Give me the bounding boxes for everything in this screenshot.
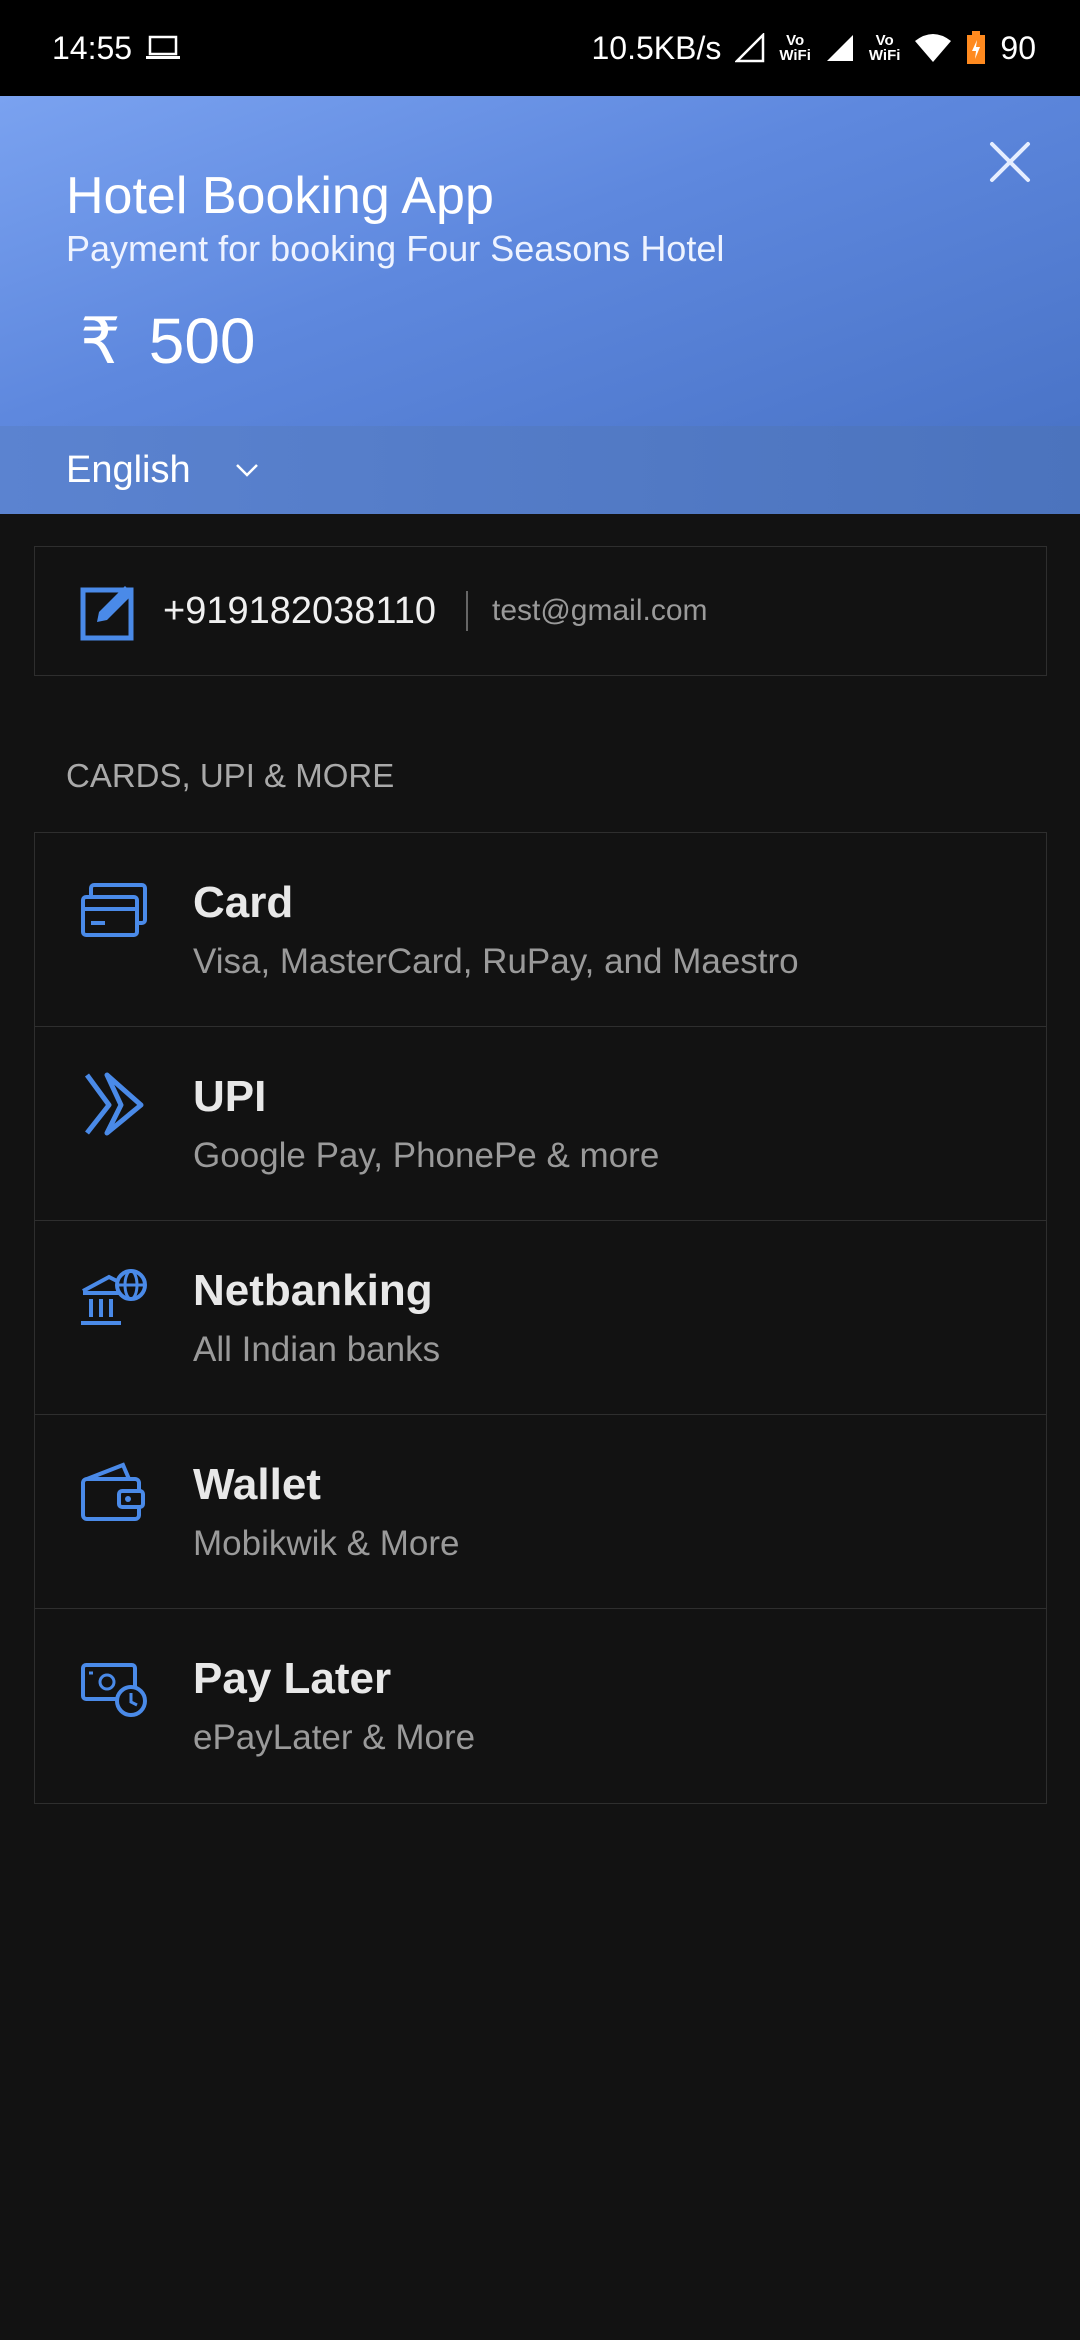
payment-description: Payment for booking Four Seasons Hotel	[66, 228, 725, 269]
signal-icon	[826, 35, 853, 61]
laptop-icon	[146, 35, 181, 59]
pay-later-icon	[81, 1663, 147, 1717]
section-heading: CARDS, UPI & MORE	[66, 757, 395, 794]
method-subtitle: All Indian banks	[193, 1329, 441, 1369]
payment-method-netbanking[interactable]: Netbanking All Indian banks	[35, 1221, 1046, 1415]
method-subtitle: Google Pay, PhonePe & more	[193, 1135, 660, 1175]
payment-method-card[interactable]: Card Visa, MasterCard, RuPay, and Maestr…	[35, 833, 1046, 1027]
method-subtitle: Mobikwik & More	[193, 1523, 460, 1563]
status-bar: 14:55 10.5KB/s Vo WiFi Vo WiFi 90	[0, 0, 1080, 96]
payment-amount: ₹ 500	[80, 304, 256, 379]
currency-symbol: ₹	[80, 305, 121, 377]
method-title: Card	[193, 877, 294, 927]
method-subtitle: ePayLater & More	[193, 1718, 476, 1757]
upi-icon	[84, 1072, 144, 1135]
card-icon	[81, 882, 147, 937]
contact-phone: +919182038110	[163, 589, 436, 632]
method-title: Wallet	[193, 1459, 321, 1509]
wallet-icon	[81, 1461, 145, 1521]
battery-icon	[967, 31, 986, 64]
method-title: Netbanking	[193, 1265, 433, 1315]
payment-method-upi[interactable]: UPI Google Pay, PhonePe & more	[35, 1027, 1046, 1221]
contact-details[interactable]: +919182038110 test@gmail.com	[34, 546, 1047, 676]
payment-methods-list: Card Visa, MasterCard, RuPay, and Maestr…	[34, 832, 1047, 1804]
battery-level: 90	[1000, 29, 1036, 66]
edit-icon[interactable]	[79, 580, 141, 642]
wifi-icon	[915, 34, 952, 62]
clock: 14:55	[52, 29, 133, 66]
divider	[465, 591, 468, 631]
amount-value: 500	[148, 305, 256, 377]
vowifi-badge: Vo WiFi	[868, 32, 901, 64]
network-speed: 10.5KB/s	[591, 29, 722, 66]
language-label: English	[66, 448, 191, 491]
method-subtitle: Visa, MasterCard, RuPay, and Maestro	[193, 941, 799, 981]
bank-icon	[81, 1268, 147, 1325]
payment-method-pay-later[interactable]: Pay Later ePayLater & More	[35, 1609, 1046, 1803]
vowifi-badge: Vo WiFi	[779, 32, 811, 64]
language-selector[interactable]: English	[0, 426, 1080, 514]
close-icon[interactable]	[982, 134, 1038, 190]
payment-header: Hotel Booking App Payment for booking Fo…	[0, 96, 1080, 426]
signal-icon	[735, 33, 765, 63]
contact-email: test@gmail.com	[491, 594, 708, 627]
payment-method-wallet[interactable]: Wallet Mobikwik & More	[35, 1415, 1046, 1609]
merchant-name: Hotel Booking App	[66, 167, 494, 225]
chevron-down-icon	[235, 464, 258, 477]
method-title: UPI	[193, 1071, 267, 1121]
method-title: Pay Later	[193, 1654, 392, 1703]
